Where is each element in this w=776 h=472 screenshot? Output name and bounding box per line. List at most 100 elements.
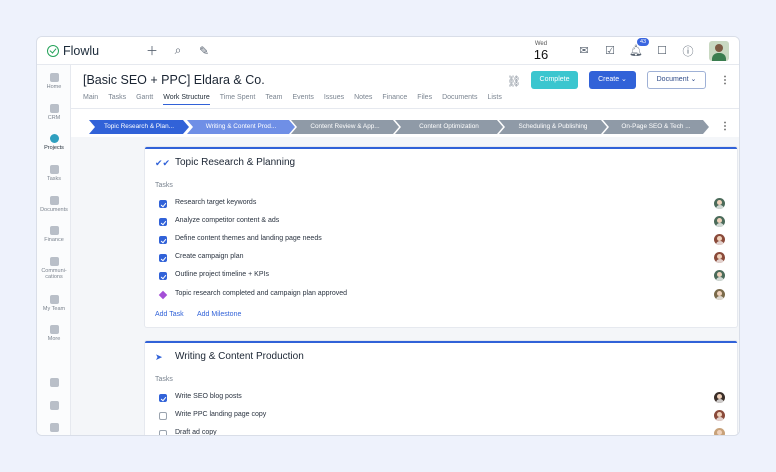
tab-team[interactable]: Team (265, 94, 282, 105)
tab-finance[interactable]: Finance (382, 94, 407, 105)
assignee-avatar[interactable] (714, 270, 725, 281)
task-row[interactable]: Research target keywords (159, 198, 725, 210)
sidebar-item-more[interactable]: More (37, 325, 71, 342)
note-icon[interactable]: ✎ (191, 44, 217, 58)
plus-icon[interactable]: ＋ (139, 42, 165, 59)
flowlu-logo-icon (47, 44, 59, 57)
search-icon[interactable]: ⌕ (165, 43, 191, 58)
milestone-title[interactable]: Topic research completed and campaign pl… (175, 290, 347, 297)
task-checkbox[interactable] (159, 254, 167, 262)
finance-icon (49, 226, 59, 235)
assignee-avatar[interactable] (714, 252, 725, 263)
task-row[interactable]: Define content themes and landing page n… (159, 234, 725, 246)
tab-files[interactable]: Files (417, 94, 432, 105)
stage-card: ➤ Writing & Content Production Tasks Wri… (145, 341, 737, 435)
add-milestone-link[interactable]: Add Milestone (197, 311, 241, 318)
task-row[interactable]: Outline project timeline + KPIs (159, 270, 725, 282)
complete-button[interactable]: Complete (531, 71, 578, 89)
task-title[interactable]: Create campaign plan (175, 253, 244, 260)
stage-4[interactable]: Content Optimization (395, 120, 503, 134)
stage-arrow-icon: ➤ (155, 352, 163, 362)
sidebar-item-finance[interactable]: Finance (37, 226, 71, 243)
sidebar-item-label: Communi- cations (41, 268, 67, 281)
stage-5[interactable]: Scheduling & Publishing (499, 120, 607, 134)
tab-documents[interactable]: Documents (442, 94, 477, 105)
assignee-avatar[interactable] (714, 410, 725, 421)
assignee-avatar[interactable] (714, 216, 725, 227)
task-title[interactable]: Write PPC landing page copy (175, 411, 266, 418)
tab-issues[interactable]: Issues (324, 94, 344, 105)
task-checkbox[interactable] (159, 236, 167, 244)
stage-pipeline: Topic Research & Plan... Writing & Conte… (89, 120, 709, 134)
date-widget[interactable]: Wed 16 (529, 41, 553, 61)
sidebar-extra-1[interactable] (37, 378, 71, 387)
user-avatar[interactable] (709, 40, 729, 61)
task-checkbox[interactable] (159, 430, 167, 435)
mail-icon[interactable]: ✉ (571, 44, 597, 57)
sidebar-item-crm[interactable]: CRM (37, 104, 71, 121)
sidebar-item-projects[interactable]: Projects (37, 134, 71, 151)
stage-3[interactable]: Content Review & App... (291, 120, 399, 134)
tab-lists[interactable]: Lists (487, 94, 501, 105)
stage-6[interactable]: On-Page SEO & Tech ... (603, 120, 709, 134)
task-title[interactable]: Draft ad copy (175, 429, 217, 435)
assignee-avatar[interactable] (714, 289, 725, 300)
task-row[interactable]: Write PPC landing page copy (159, 410, 725, 422)
create-button[interactable]: Create ⌄ (589, 71, 636, 89)
task-row[interactable]: Write SEO blog posts (159, 392, 725, 404)
tab-gantt[interactable]: Gantt (136, 94, 153, 105)
chat-icon[interactable]: ☐ (649, 44, 675, 57)
bell-icon[interactable]: 🔔︎ 43 (623, 38, 650, 57)
stage-label: Writing & Content Prod... (205, 123, 277, 130)
assignee-avatar[interactable] (714, 428, 725, 435)
date-day: 16 (533, 46, 549, 62)
help-icon[interactable]: ⓘ (675, 43, 701, 59)
task-title[interactable]: Research target keywords (175, 199, 256, 206)
sidebar-item-communications[interactable]: Communi- cations (37, 257, 71, 281)
task-checkbox[interactable] (159, 272, 167, 280)
task-row[interactable]: Analyze competitor content & ads (159, 216, 725, 228)
task-title[interactable]: Write SEO blog posts (175, 393, 242, 400)
task-row[interactable]: Create campaign plan (159, 252, 725, 264)
logo[interactable]: Flowlu (47, 44, 139, 58)
assignee-avatar[interactable] (714, 234, 725, 245)
card-title: Topic Research & Planning (175, 157, 296, 168)
sidebar-item-home[interactable]: Home (37, 73, 71, 90)
add-task-link[interactable]: Add Task (155, 311, 184, 318)
task-checkbox[interactable] (159, 394, 167, 402)
date-weekday: Wed (534, 40, 548, 47)
more-menu-icon[interactable]: ⋮ (720, 75, 730, 86)
task-title[interactable]: Define content themes and landing page n… (175, 235, 322, 242)
stage-1[interactable]: Topic Research & Plan... (89, 120, 189, 134)
tab-main[interactable]: Main (83, 94, 98, 105)
sidebar-item-my-team[interactable]: My Team (37, 295, 71, 312)
assignee-avatar[interactable] (714, 198, 725, 209)
sidebar: Home CRM Projects Tasks Documents Financ… (37, 65, 71, 435)
task-checkbox[interactable] (159, 412, 167, 420)
link-icon[interactable]: ⛓ (507, 75, 521, 88)
task-row[interactable]: Draft ad copy (159, 428, 725, 435)
task-checkbox[interactable] (159, 218, 167, 226)
stages-menu-icon[interactable]: ⋮ (720, 121, 730, 132)
milestone-row[interactable]: Topic research completed and campaign pl… (158, 289, 725, 301)
tab-events[interactable]: Events (292, 94, 313, 105)
tab-time-spent[interactable]: Time Spent (220, 94, 256, 105)
sidebar-item-tasks[interactable]: Tasks (37, 165, 71, 182)
tab-work-structure[interactable]: Work Structure (163, 94, 210, 105)
documents-icon (49, 196, 59, 205)
stage-2[interactable]: Writing & Content Prod... (187, 120, 295, 134)
document-button[interactable]: Document ⌄ (647, 71, 706, 89)
task-checkbox[interactable] (159, 200, 167, 208)
sidebar-item-label: Home (46, 84, 62, 90)
sidebar-item-label: My Team (42, 306, 66, 312)
sidebar-item-documents[interactable]: Documents (37, 196, 71, 213)
task-title[interactable]: Outline project timeline + KPIs (175, 271, 269, 278)
sidebar-extra-3[interactable] (37, 423, 71, 432)
sidebar-extra-2[interactable] (37, 401, 71, 410)
stage-label: Content Optimization (419, 123, 479, 130)
task-title[interactable]: Analyze competitor content & ads (175, 217, 279, 224)
assignee-avatar[interactable] (714, 392, 725, 403)
tab-notes[interactable]: Notes (354, 94, 372, 105)
tab-tasks[interactable]: Tasks (108, 94, 126, 105)
tasks-icon[interactable]: ☑ (597, 44, 623, 57)
